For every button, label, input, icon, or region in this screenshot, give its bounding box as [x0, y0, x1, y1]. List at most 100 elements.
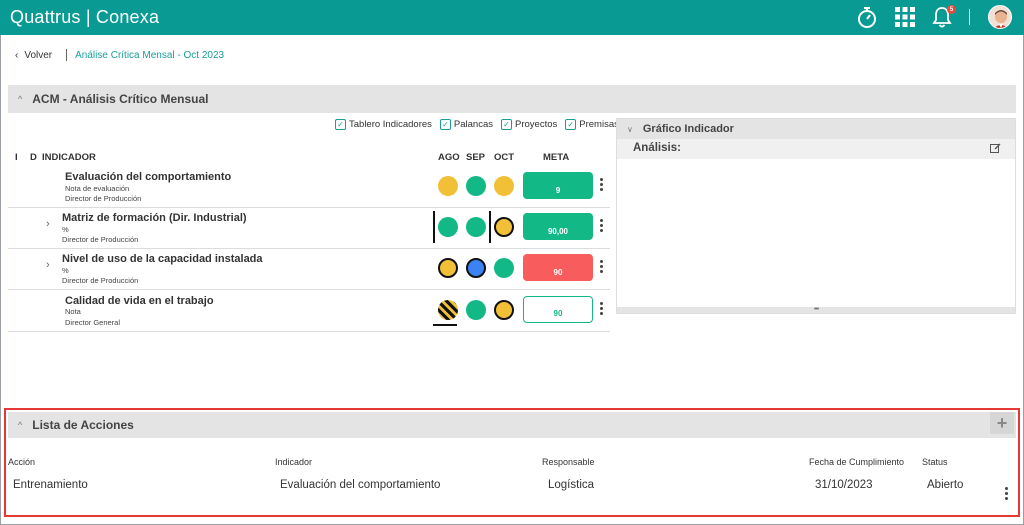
indicator-name[interactable]: Matriz de formación (Dir. Industrial) [62, 212, 247, 224]
column-header-responsible: Responsable [542, 457, 595, 467]
filter-label: Tablero Indicadores [349, 119, 432, 130]
column-header-due-date: Fecha de Cumplimiento [809, 457, 905, 467]
column-header-status: Status [922, 457, 948, 467]
action-status: Abierto [927, 479, 964, 491]
action-name[interactable]: Entrenamiento [13, 479, 88, 491]
filter-label: Premisas [579, 119, 619, 130]
back-link[interactable]: Volver [24, 50, 52, 61]
grip-dots-icon[interactable]: ••• [814, 306, 819, 313]
plus-icon[interactable]: + [997, 413, 1008, 434]
action-menu-icon[interactable] [1004, 487, 1008, 500]
top-bar: Quattrus | Conexa 5 [0, 0, 1024, 35]
collapse-chevron-icon[interactable]: ^ [18, 420, 22, 430]
period-underline [433, 324, 457, 326]
acm-title: ACM - Análisis Crítico Mensual [32, 92, 209, 106]
indicator-row[interactable]: Evaluación del comportamiento Nota de ev… [8, 166, 610, 208]
checkbox-checked-icon[interactable]: ✓ [335, 119, 346, 130]
breadcrumb-current[interactable]: Análise Crítica Mensal - Oct 2023 [75, 50, 224, 61]
status-dot-oct[interactable] [494, 300, 514, 320]
user-avatar[interactable] [988, 5, 1012, 29]
indicator-unit: Nota de evaluación [65, 184, 130, 193]
column-header-action: Acción [8, 457, 36, 467]
chart-panel-title: Gráfico Indicador [642, 123, 734, 135]
breadcrumb-divider [66, 49, 68, 61]
indicator-responsible: Director de Producción [65, 194, 142, 203]
column-header-i: I [15, 152, 18, 163]
indicator-name[interactable]: Nivel de uso de la capacidad instalada [62, 253, 263, 265]
apps-grid-icon[interactable] [893, 4, 917, 30]
filter-palancas[interactable]: ✓ Palancas [439, 119, 494, 130]
breadcrumb: ‹ Volver Análise Crítica Mensal - Oct 20… [15, 48, 224, 62]
checkbox-checked-icon[interactable]: ✓ [439, 119, 451, 130]
filter-label: Proyectos [515, 119, 558, 130]
filter-tablero-indicadores[interactable]: ✓ Tablero Indicadores [335, 119, 432, 130]
status-dot-ago[interactable] [438, 176, 458, 196]
add-action-button[interactable]: + [990, 412, 1014, 434]
collapse-chevron-icon[interactable]: ^ [18, 94, 22, 104]
status-dot-ago[interactable] [438, 300, 458, 320]
column-header-d: D [30, 152, 37, 163]
goal-badge[interactable]: 90 [523, 254, 593, 281]
row-menu-icon[interactable] [599, 178, 603, 191]
checkbox-checked-icon[interactable]: ✓ [565, 119, 577, 130]
stopwatch-icon[interactable] [855, 4, 879, 30]
row-menu-icon[interactable] [599, 219, 603, 232]
collapse-chevron-icon[interactable]: ∨ [627, 125, 633, 134]
column-header-indicator: Indicador [275, 457, 313, 467]
status-dot-ago[interactable] [438, 217, 458, 237]
resize-handle[interactable]: ••• [617, 306, 1015, 313]
status-dot-oct[interactable] [494, 258, 514, 278]
status-dot-sep[interactable] [466, 176, 486, 196]
indicator-responsible: Director General [65, 318, 121, 327]
goal-badge[interactable]: 9 [523, 172, 593, 199]
row-menu-icon[interactable] [599, 260, 603, 273]
topbar-divider [969, 9, 970, 25]
action-due-date: 31/10/2023 [815, 479, 873, 491]
column-header-ago: AGO [438, 152, 460, 163]
notification-badge: 5 [947, 5, 956, 14]
row-menu-icon[interactable] [599, 302, 603, 315]
actions-section-header[interactable]: ^ Lista de Acciones [8, 412, 1016, 438]
column-header-indicator: INDICADOR [42, 152, 96, 163]
bell-icon[interactable]: 5 [930, 4, 956, 30]
brand-logo[interactable]: Quattrus | Conexa [10, 7, 159, 28]
acm-section-header[interactable]: ^ ACM - Análisis Crítico Mensual [8, 85, 1016, 113]
goal-badge[interactable]: 90,00 [523, 213, 593, 240]
status-dot-oct[interactable] [494, 217, 514, 237]
checkbox-checked-icon[interactable]: ✓ [501, 119, 513, 130]
indicator-responsible: Director de Producción [62, 276, 139, 285]
period-marker [433, 211, 435, 243]
edit-icon[interactable] [990, 143, 1001, 157]
chart-panel: ∨ Gráfico Indicador Análisis: ••• [616, 118, 1016, 314]
back-chevron-icon[interactable]: ‹ [15, 50, 18, 61]
expand-chevron-icon[interactable]: › [46, 259, 50, 271]
column-header-meta: META [543, 152, 570, 163]
action-indicator: Evaluación del comportamiento [280, 479, 441, 491]
goal-badge[interactable]: 90 [523, 296, 593, 323]
indicator-name[interactable]: Calidad de vida en el trabajo [65, 295, 214, 307]
expand-chevron-icon[interactable]: › [46, 218, 50, 230]
status-dot-sep[interactable] [466, 258, 486, 278]
actions-title: Lista de Acciones [32, 418, 134, 432]
indicator-unit: Nota [65, 307, 81, 316]
indicator-unit: % [62, 266, 69, 275]
indicator-unit: % [62, 225, 69, 234]
period-marker [489, 211, 491, 243]
actions-section: ^ Lista de Acciones + Acción Indicador R… [4, 408, 1020, 517]
filter-premisas[interactable]: ✓ Premisas [565, 119, 619, 130]
analysis-header: Análisis: [617, 139, 1015, 159]
indicator-row[interactable]: › Nivel de uso de la capacidad instalada… [8, 249, 610, 290]
status-dot-oct[interactable] [494, 176, 514, 196]
indicator-row[interactable]: Calidad de vida en el trabajo Nota Direc… [8, 290, 610, 332]
status-dot-sep[interactable] [466, 300, 486, 320]
filter-label: Palancas [453, 119, 494, 130]
status-dot-sep[interactable] [466, 217, 486, 237]
analysis-label: Análisis: [633, 142, 681, 154]
chart-panel-header[interactable]: ∨ Gráfico Indicador [617, 119, 1015, 139]
status-dot-ago[interactable] [438, 258, 458, 278]
filter-proyectos[interactable]: ✓ Proyectos [501, 119, 557, 130]
indicator-responsible: Director de Producción [62, 235, 139, 244]
indicator-row[interactable]: › Matriz de formación (Dir. Industrial) … [8, 208, 610, 249]
indicator-name[interactable]: Evaluación del comportamiento [65, 171, 231, 183]
action-responsible: Logística [548, 479, 595, 491]
